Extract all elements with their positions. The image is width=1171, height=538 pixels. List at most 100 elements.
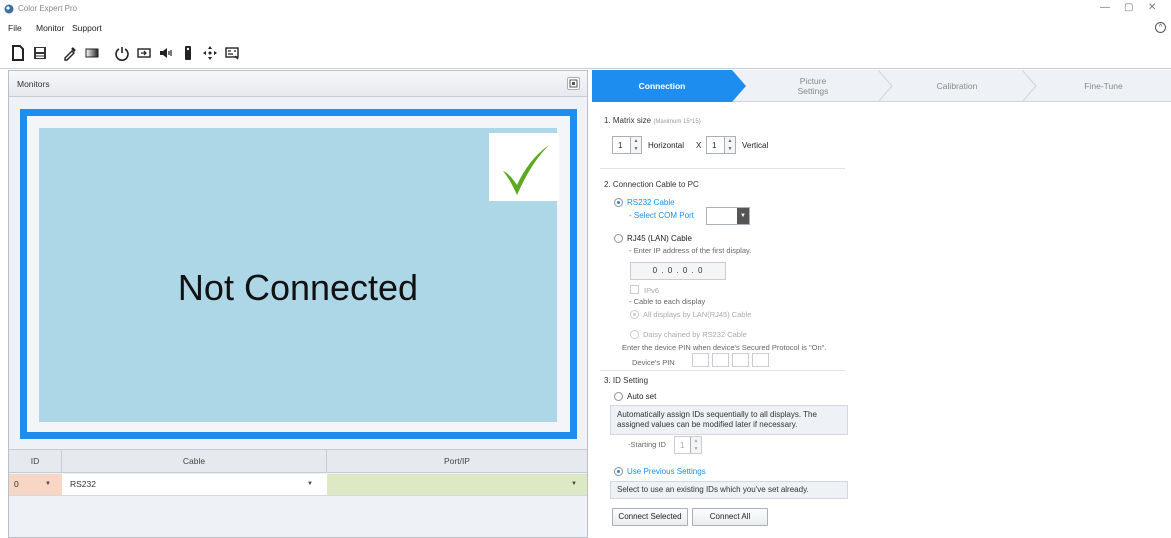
all-lan-label: All displays by LAN(RJ45) Cable: [643, 310, 752, 319]
cable-cell[interactable]: RS232 ▼: [62, 474, 327, 495]
move-icon[interactable]: [202, 45, 218, 61]
save-icon[interactable]: [32, 45, 48, 61]
port-ip-cell[interactable]: ▼: [327, 474, 587, 495]
id-cell[interactable]: 0 ▼: [9, 474, 62, 495]
auto-set-radio[interactable]: [614, 392, 623, 401]
cable-dropdown-icon[interactable]: ▼: [307, 474, 313, 495]
monitor-area: Not Connected: [9, 97, 587, 457]
all-lan-radio[interactable]: [630, 310, 639, 319]
content-blank-area: [848, 102, 1171, 538]
starting-id-value: 1: [680, 441, 685, 450]
tab-separator: [878, 70, 892, 102]
panel-expand-button[interactable]: [567, 77, 580, 90]
use-previous-label[interactable]: Use Previous Settings: [627, 467, 706, 476]
section-divider: [600, 370, 845, 371]
selected-indicator: [489, 133, 559, 201]
com-port-select[interactable]: ▼: [706, 207, 750, 225]
monitors-panel: Monitors Not Connected ID Cable Port/IP …: [8, 70, 588, 538]
tab-calibration[interactable]: Calibration: [892, 70, 1022, 102]
horizontal-value: 1: [618, 141, 623, 150]
daisy-chain-radio[interactable]: [630, 330, 639, 339]
stepper-arrows-icon[interactable]: ▲ ▼: [690, 437, 701, 453]
connection-cable-title: 2. Connection Cable to PC: [604, 180, 699, 189]
eyedropper-icon[interactable]: [62, 45, 78, 61]
cable-value: RS232: [70, 479, 96, 489]
select-com-port-label: - Select COM Port: [629, 211, 694, 220]
pin-digit-3[interactable]: [732, 353, 749, 367]
close-button[interactable]: ✕: [1148, 2, 1156, 14]
pin-digit-4[interactable]: [752, 353, 769, 367]
grid-header: ID Cable Port/IP: [9, 449, 587, 473]
tab-connection[interactable]: Connection: [592, 70, 732, 102]
column-header-id[interactable]: ID: [9, 450, 62, 473]
input-source-icon[interactable]: [136, 45, 152, 61]
rj45-label[interactable]: RJ45 (LAN) Cable: [627, 234, 692, 243]
tab-arrow-connection: [732, 70, 746, 102]
screen-settings-icon[interactable]: [224, 45, 240, 61]
collapse-ribbon-button[interactable]: ^: [1155, 22, 1166, 33]
table-row[interactable]: 0 ▼ RS232 ▼ ▼: [9, 474, 587, 496]
rs232-radio[interactable]: [614, 198, 623, 207]
power-icon[interactable]: [114, 45, 130, 61]
ipv6-label: IPv6: [644, 286, 660, 295]
stepper-arrows-icon[interactable]: ▲ ▼: [630, 137, 641, 153]
rs232-label[interactable]: RS232 Cable: [627, 198, 675, 207]
monitors-title: Monitors: [17, 79, 50, 89]
rj45-radio[interactable]: [614, 234, 623, 243]
id-value: 0: [14, 479, 19, 489]
horizontal-label: Horizontal: [648, 141, 685, 150]
menu-support[interactable]: Support: [72, 23, 102, 33]
port-dropdown-icon[interactable]: ▼: [571, 474, 577, 495]
auto-set-description: Automatically assign IDs sequentially to…: [610, 405, 848, 435]
ip-address-input[interactable]: 0 . 0 . 0 . 0: [630, 262, 726, 280]
remote-icon[interactable]: [180, 45, 196, 61]
settings-panel: Connection Picture Settings Calibration …: [592, 70, 1171, 538]
vertical-stepper[interactable]: 1 ▲ ▼: [706, 136, 736, 154]
starting-id-label: -Starting ID: [628, 440, 666, 449]
daisy-chain-label: Daisy chained by RS232 Cable: [643, 330, 747, 339]
check-icon: [503, 145, 549, 195]
app-logo-icon: [4, 4, 14, 14]
volume-icon[interactable]: [158, 45, 174, 61]
tab-picture-line1: Picture: [799, 76, 827, 86]
connection-content: 1. Matrix size (Maximum 15*15) 1 ▲ ▼ Hori…: [592, 102, 1171, 538]
window-title: Color Expert Pro: [18, 4, 78, 13]
monitor-screen[interactable]: Not Connected: [39, 128, 559, 422]
column-header-port-ip[interactable]: Port/IP: [327, 450, 587, 473]
minimize-button[interactable]: —: [1100, 2, 1110, 14]
use-previous-description: Select to use an existing IDs which you'…: [610, 481, 848, 499]
id-dropdown-icon[interactable]: ▼: [45, 474, 51, 495]
ipv6-checkbox[interactable]: [630, 285, 639, 294]
horizontal-stepper[interactable]: 1 ▲ ▼: [612, 136, 642, 154]
matrix-size-title: 1. Matrix size: [604, 116, 652, 125]
new-file-icon[interactable]: [10, 45, 26, 61]
menu-monitor[interactable]: Monitor: [36, 23, 64, 33]
maximize-button[interactable]: ▢: [1124, 2, 1133, 14]
monitors-panel-header: Monitors: [9, 71, 587, 97]
auto-set-label[interactable]: Auto set: [627, 392, 656, 401]
title-bar: Color Expert Pro — ▢ ✕: [0, 0, 1171, 18]
wizard-tabs: Connection Picture Settings Calibration …: [592, 70, 1171, 102]
menu-bar: File Monitor Support ^: [0, 21, 1171, 37]
pin-digit-2[interactable]: [712, 353, 729, 367]
ip-hint: - Enter IP address of the first display.: [629, 246, 752, 255]
tab-fine-tune[interactable]: Fine-Tune: [1036, 70, 1171, 102]
menu-file[interactable]: File: [8, 23, 22, 33]
vertical-label: Vertical: [742, 141, 769, 150]
column-header-cable[interactable]: Cable: [62, 450, 327, 473]
connect-all-button[interactable]: Connect All: [692, 508, 768, 526]
section-divider: [600, 168, 845, 169]
expand-icon: [569, 79, 578, 88]
gradient-icon[interactable]: [84, 45, 100, 61]
starting-id-stepper[interactable]: 1 ▲ ▼: [674, 436, 702, 454]
pin-hint: Enter the device PIN when device's Secur…: [622, 343, 827, 352]
monitor-frame[interactable]: Not Connected: [20, 109, 577, 439]
toolbar: [0, 37, 1171, 69]
times-label: X: [696, 141, 702, 150]
use-previous-radio[interactable]: [614, 467, 623, 476]
pin-digit-1[interactable]: [692, 353, 709, 367]
chevron-down-icon[interactable]: ▼: [737, 208, 749, 224]
stepper-arrows-icon[interactable]: ▲ ▼: [724, 137, 735, 153]
tab-picture-settings[interactable]: Picture Settings: [748, 70, 878, 102]
connect-selected-button[interactable]: Connect Selected: [612, 508, 688, 526]
